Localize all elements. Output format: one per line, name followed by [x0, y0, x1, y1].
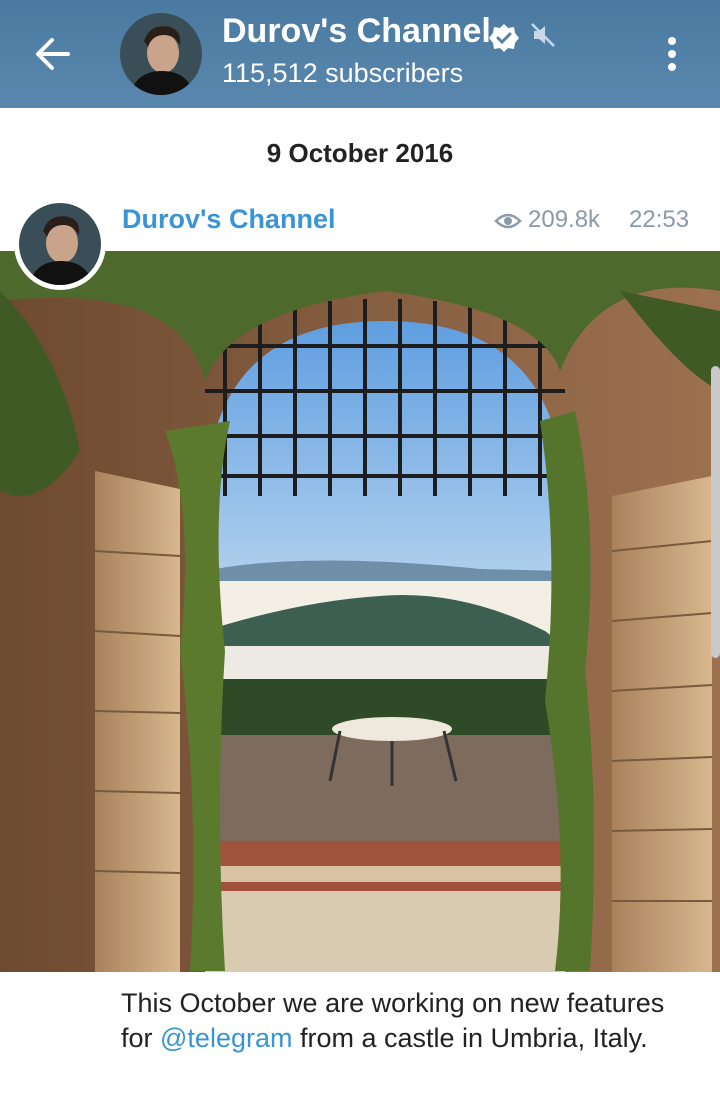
- channel-header: Durov's Channel 115,512 subscribers: [0, 0, 720, 108]
- post-author[interactable]: Durov's Channel: [122, 204, 335, 235]
- telegram-mention-link[interactable]: @telegram: [160, 1023, 292, 1053]
- caption-text-end: from a castle in Umbria, Italy.: [292, 1023, 648, 1053]
- channel-avatar[interactable]: [120, 13, 202, 95]
- scrollbar[interactable]: [711, 366, 720, 658]
- verified-badge-icon: [489, 24, 519, 52]
- more-vertical-icon[interactable]: [660, 34, 684, 74]
- date-separator: 9 October 2016: [266, 138, 454, 168]
- post-caption: This October we are working on new featu…: [121, 986, 681, 1056]
- post-avatar[interactable]: [14, 198, 106, 290]
- subscriber-count: 115,512 subscribers: [222, 58, 464, 88]
- arrow-left-icon[interactable]: [30, 30, 82, 78]
- view-count: 209.8k: [528, 206, 601, 233]
- eye-icon: [494, 213, 522, 229]
- muted-speaker-icon: [531, 23, 555, 47]
- castle-archway-photo[interactable]: [0, 251, 720, 972]
- channel-title[interactable]: Durov's Channel: [222, 12, 491, 51]
- post-time: 22:53: [629, 206, 690, 233]
